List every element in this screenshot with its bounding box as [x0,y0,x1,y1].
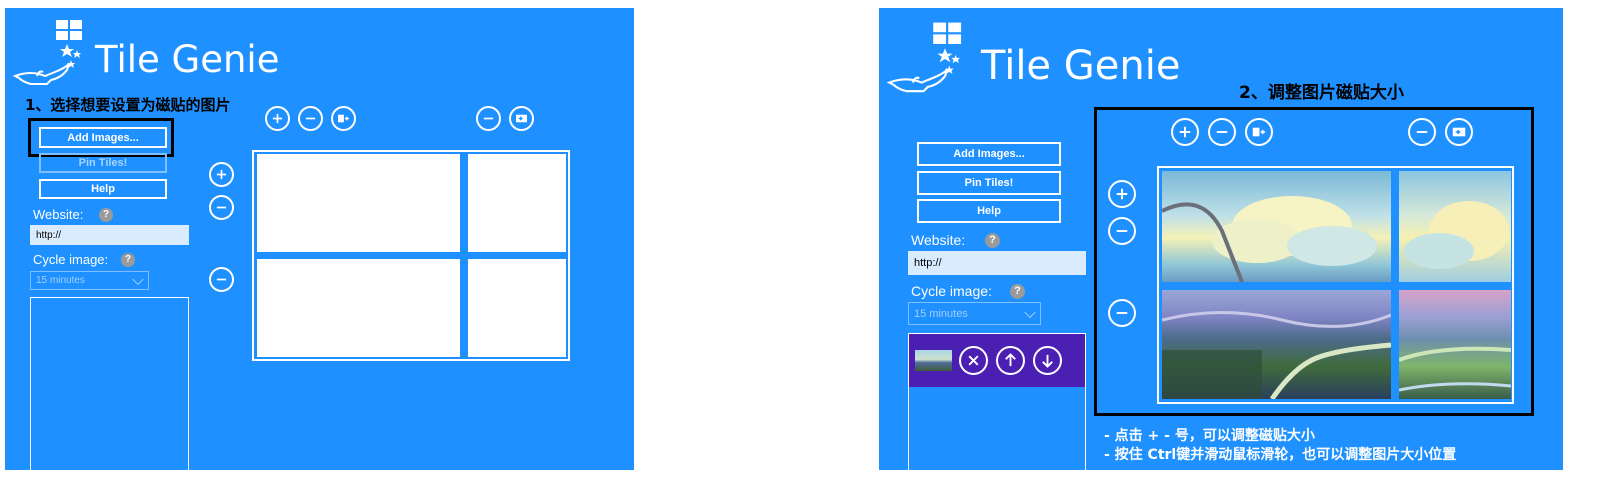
tile-grid[interactable] [252,150,570,361]
website-help-icon[interactable]: ? [985,233,1000,248]
tile-top-right[interactable] [468,154,566,252]
windows-logo-icon [12,20,82,85]
remove-row-button[interactable] [1108,217,1136,245]
add-row-button[interactable] [1108,180,1136,208]
app-title: Tile Genie [981,43,1181,89]
remove-bottom-row-button[interactable] [209,267,234,292]
arrow-up-icon [1005,353,1016,367]
move-right-icon [1452,127,1466,137]
image-list[interactable] [908,333,1086,470]
add-images-button[interactable]: Add Images... [39,127,167,148]
cycle-help-icon[interactable]: ? [121,253,135,267]
step-2-label: 2、调整图片磁贴大小 [1239,83,1404,103]
remove-right-column-button[interactable] [476,106,501,131]
chevron-down-icon [132,273,144,285]
image-list[interactable] [30,297,189,470]
cycle-image-label: Cycle image: [33,252,109,267]
right-app-window: Tile Genie 2、调整图片磁贴大小 Add Images... Pin … [879,8,1563,470]
move-right-icon [516,114,527,123]
tile-top-left[interactable] [1162,171,1391,282]
website-label: Website: [33,207,84,222]
add-row-button[interactable] [209,162,234,187]
genie-logo [11,18,95,90]
cycle-image-value: 15 minutes [914,307,968,320]
add-images-button[interactable]: Add Images... [917,142,1061,166]
remove-column-button[interactable] [1208,118,1236,146]
tile-bottom-left[interactable] [1162,290,1391,399]
landscape-sky-image [1162,196,1377,282]
minus-icon [216,206,227,209]
move-image-up-button[interactable] [996,346,1025,375]
move-right-button[interactable] [509,106,534,131]
cycle-image-label: Cycle image: [911,283,992,299]
pin-tiles-button[interactable]: Pin Tiles! [917,171,1061,195]
windows-logo-icon [886,22,962,93]
minus-icon [1416,131,1428,133]
tile-top-left[interactable] [257,154,460,252]
move-left-icon [338,114,349,123]
cycle-image-select[interactable]: 15 minutes [30,271,149,290]
move-left-button[interactable] [331,106,356,131]
minus-icon [305,117,316,120]
tile-top-right[interactable] [1399,171,1511,282]
move-left-icon [1252,127,1266,137]
tile-grid[interactable] [1157,166,1514,404]
cycle-image-select[interactable]: 15 minutes [908,302,1041,325]
landscape-cloud-image [1404,201,1509,269]
hint-line-2: - 按住 Ctrl键并滑动鼠标滑轮，也可以调整图片大小位置 [1104,447,1457,463]
remove-column-button[interactable] [298,106,323,131]
remove-image-button[interactable] [959,346,988,375]
website-input[interactable]: http:// [30,225,189,245]
remove-icon [968,355,979,366]
website-input[interactable]: http:// [908,251,1086,275]
cycle-help-icon[interactable]: ? [1010,284,1025,299]
minus-icon [483,117,494,120]
move-right-button[interactable] [1445,118,1473,146]
landscape-river-image [1399,346,1511,392]
minus-icon [1116,312,1128,314]
step-1-label: 1、选择想要设置为磁贴的图片 [25,96,231,114]
tile-bottom-left[interactable] [257,259,460,357]
image-list-item[interactable] [909,334,1085,387]
tile-bottom-right[interactable] [1399,290,1511,399]
landscape-valley-image [1162,311,1391,399]
remove-row-button[interactable] [209,195,234,220]
arrow-down-icon [1042,354,1053,368]
tile-bottom-right[interactable] [468,259,566,357]
left-app-window: Tile Genie 1、选择想要设置为磁贴的图片 Add Images... … [5,8,634,470]
move-image-down-button[interactable] [1033,346,1062,375]
hint-line-1: - 点击 + - 号，可以调整磁贴大小 [1104,428,1315,444]
cycle-image-value: 15 minutes [36,275,85,286]
plus-icon [216,169,227,180]
add-column-button[interactable] [265,106,290,131]
genie-logo [885,20,975,98]
minus-icon [1216,131,1228,133]
website-help-icon[interactable]: ? [99,208,113,222]
minus-icon [216,278,227,281]
plus-icon [1116,188,1128,200]
move-left-button[interactable] [1245,118,1273,146]
minus-icon [1116,230,1128,232]
help-button[interactable]: Help [39,179,167,199]
plus-icon [272,113,283,124]
image-thumbnail [915,350,952,371]
pin-tiles-button[interactable]: Pin Tiles! [39,153,167,173]
website-label: Website: [911,232,966,248]
help-button[interactable]: Help [917,199,1061,223]
remove-bottom-row-button[interactable] [1108,299,1136,327]
plus-icon [1179,126,1191,138]
chevron-down-icon [1024,306,1036,318]
app-title: Tile Genie [95,38,280,81]
add-column-button[interactable] [1171,118,1199,146]
remove-right-column-button[interactable] [1408,118,1436,146]
